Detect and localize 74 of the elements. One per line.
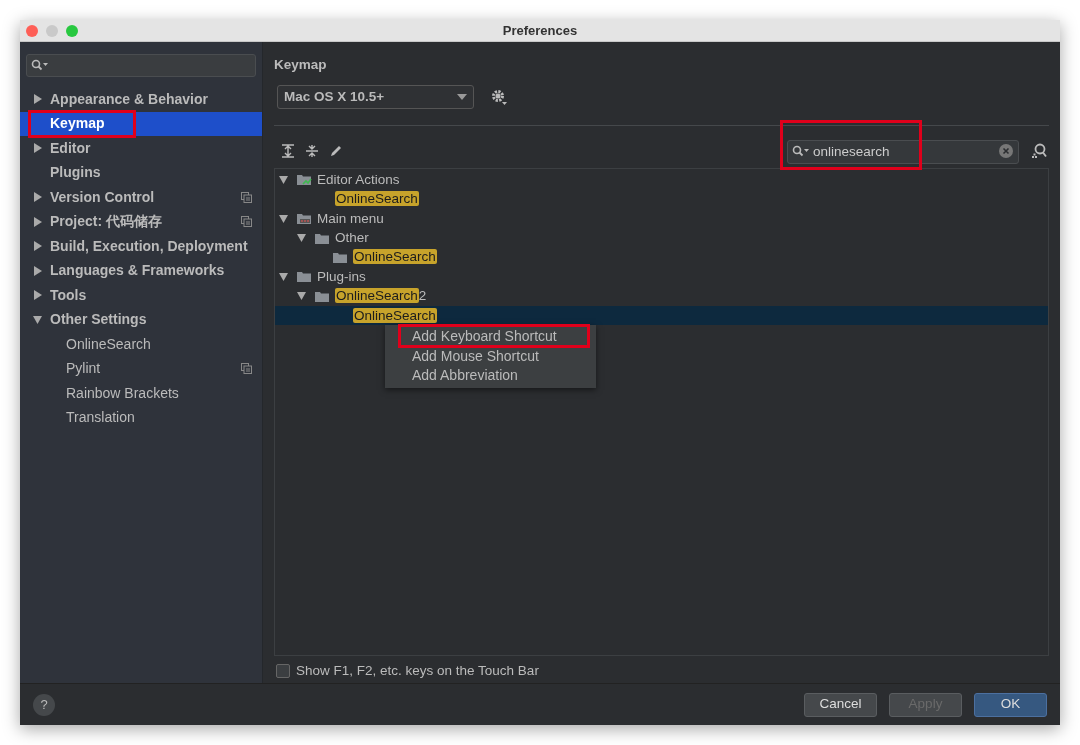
search-icon [792, 145, 810, 157]
pencil-icon[interactable] [329, 144, 343, 159]
project-level-icon [241, 216, 252, 228]
sidebar-item[interactable]: Appearance & Behavior [20, 87, 262, 112]
help-button[interactable]: ? [33, 693, 55, 716]
expanded-arrow-icon[interactable] [279, 174, 289, 185]
sidebar-item[interactable]: Build, Execution, Deployment [20, 234, 262, 259]
sidebar-item[interactable]: Languages & Frameworks [20, 258, 262, 283]
action-label: Plug-ins [317, 267, 366, 286]
menu-item[interactable]: Add Keyboard Shortcut [385, 327, 596, 347]
expanded-arrow-icon[interactable] [297, 233, 307, 244]
collapsed-arrow-icon[interactable] [33, 241, 43, 252]
collapsed-arrow-icon[interactable] [33, 94, 43, 105]
collapsed-arrow-icon[interactable] [33, 143, 43, 154]
editor-actions-folder-icon [297, 173, 312, 187]
collapse-all-icon[interactable] [305, 144, 319, 159]
collapsed-arrow-icon[interactable] [33, 290, 43, 301]
folder-icon [333, 251, 348, 264]
sidebar-item[interactable]: Other Settings [20, 307, 262, 332]
dialog-button[interactable]: OK [974, 692, 1047, 717]
search-icon [31, 59, 49, 71]
project-level-icon [241, 363, 252, 375]
sidebar-item[interactable]: Tools [20, 283, 262, 308]
touch-bar-checkbox-label: Show F1, F2, etc. keys on the Touch Bar [296, 661, 539, 680]
menu-folder-icon [297, 212, 312, 226]
sidebar-item[interactable]: Version Control [20, 185, 262, 210]
expanded-arrow-icon[interactable] [33, 314, 43, 325]
tree-row[interactable]: Other [275, 228, 1048, 248]
sidebar-search-field[interactable] [26, 54, 256, 77]
sidebar-item[interactable]: Editor [20, 136, 262, 161]
action-label: OnlineSearch2 [335, 287, 427, 306]
sidebar-item[interactable]: Translation [20, 405, 262, 430]
sidebar-item[interactable]: Project: 代码储存 [20, 209, 262, 234]
folder-icon [315, 289, 330, 303]
sidebar-item[interactable]: OnlineSearch [20, 332, 262, 357]
tree-row[interactable]: Main menu [275, 209, 1048, 229]
window-title: Preferences [502, 21, 578, 40]
panel-title: Keymap [274, 56, 327, 74]
project-level-icon [241, 191, 252, 203]
tree-row[interactable]: OnlineSearch [275, 306, 1048, 326]
expand-all-icon[interactable] [281, 144, 295, 159]
expanded-arrow-icon[interactable] [279, 213, 289, 224]
action-label: OnlineSearch [335, 190, 419, 209]
action-label: Main menu [317, 209, 384, 228]
action-label: Editor Actions [317, 170, 400, 189]
collapsed-arrow-icon[interactable] [33, 216, 43, 227]
expanded-arrow-icon[interactable] [279, 271, 289, 282]
dropdown-caret-icon [457, 94, 467, 101]
action-label: OnlineSearch [353, 248, 437, 267]
tree-row[interactable]: OnlineSearch [275, 247, 1048, 268]
action-label: OnlineSearch [353, 306, 437, 325]
collapsed-arrow-icon[interactable] [33, 192, 43, 203]
touch-bar-checkbox[interactable] [276, 664, 290, 679]
sidebar-item[interactable]: Rainbow Brackets [20, 381, 262, 406]
folder-icon [297, 270, 312, 284]
sidebar-item[interactable]: Pylint [20, 356, 262, 381]
folder-icon [315, 231, 330, 245]
menu-item[interactable]: Add Abbreviation [385, 366, 596, 386]
clear-icon[interactable] [999, 144, 1013, 158]
find-by-shortcut-icon[interactable] [1031, 143, 1047, 160]
action-label: Other [335, 229, 369, 247]
expanded-arrow-icon[interactable] [297, 291, 307, 302]
tree-row[interactable]: Editor Actions [275, 170, 1048, 190]
tree-row[interactable]: OnlineSearch [275, 189, 1048, 210]
dialog-button[interactable]: Cancel [804, 692, 877, 717]
keymap-search-field[interactable]: onlinesearch [787, 139, 1019, 164]
tree-row[interactable]: OnlineSearch2 [275, 286, 1048, 306]
menu-item[interactable]: Add Mouse Shortcut [385, 346, 596, 366]
settings-icon[interactable] [490, 88, 508, 107]
sidebar-item[interactable]: Plugins [20, 160, 262, 185]
sidebar-item[interactable]: Keymap [20, 111, 262, 136]
tree-row[interactable]: Plug-ins [275, 267, 1048, 287]
collapsed-arrow-icon[interactable] [33, 265, 43, 276]
keymap-dropdown[interactable]: Mac OS X 10.5+ [277, 85, 474, 110]
